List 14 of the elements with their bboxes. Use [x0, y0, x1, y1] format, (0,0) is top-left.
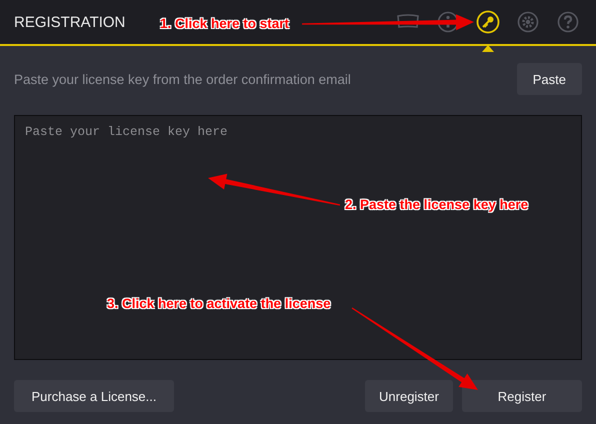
annotation-label: 3. Click here to activate the license [107, 296, 331, 311]
purchase-button[interactable]: Purchase a License... [14, 380, 174, 412]
instruction-text: Paste your license key from the order confirmation email [14, 72, 351, 86]
help-icon [557, 11, 579, 33]
annotation-label: 2. Paste the license key here [345, 197, 528, 212]
key-icon [476, 10, 500, 34]
window-title: REGISTRATION [14, 14, 126, 30]
annotation-label: 1. Click here to start [160, 16, 290, 31]
paste-button[interactable]: Paste [516, 63, 582, 95]
settings-icon [517, 11, 539, 33]
unregister-button[interactable]: Unregister [365, 380, 453, 412]
register-button[interactable]: Register [462, 380, 582, 412]
monitor-icon [396, 14, 420, 30]
toolbar-tab[interactable] [474, 8, 502, 36]
